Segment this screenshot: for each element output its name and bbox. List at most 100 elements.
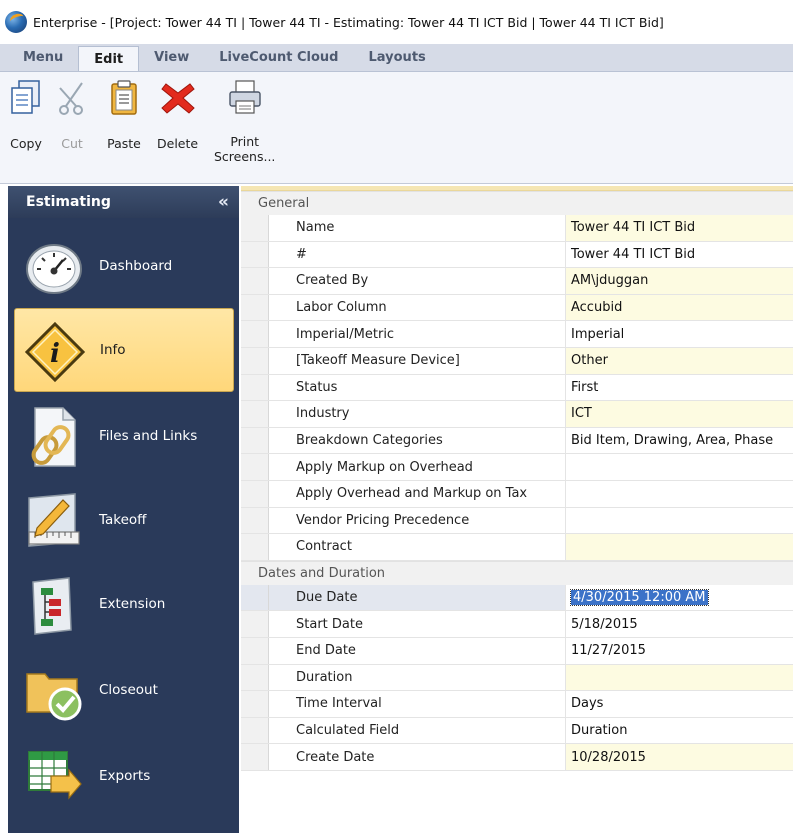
property-value[interactable] [566, 507, 793, 534]
property-value[interactable] [566, 480, 793, 507]
property-row-breakdown-categories[interactable]: Breakdown Categories Bid Item, Drawing, … [241, 427, 793, 455]
property-row-imperial-metric[interactable]: Imperial/Metric Imperial [241, 321, 793, 348]
gauge-icon [26, 244, 82, 294]
print-label-line1: Print [230, 134, 260, 149]
property-row-calculated-field[interactable]: Calculated Field Duration [241, 717, 793, 745]
clipboard-icon [111, 80, 137, 115]
nav-item-dashboard[interactable]: Dashboard [8, 224, 239, 308]
property-name: Contract [269, 534, 566, 560]
row-gutter [241, 611, 269, 637]
tab-view[interactable]: View [139, 44, 204, 71]
property-name: Labor Column [269, 294, 566, 321]
property-name: Vendor Pricing Precedence [269, 507, 566, 534]
ribbon: Copy Cut Paste Delete Print Screens... [0, 72, 793, 184]
row-gutter [241, 294, 269, 321]
tab-edit[interactable]: Edit [78, 46, 140, 71]
property-value-editor[interactable]: 4/30/2015 12:00 AM [566, 584, 793, 611]
property-row-apply-overhead-markup-tax[interactable]: Apply Overhead and Markup on Tax [241, 480, 793, 508]
nav-item-closeout[interactable]: Closeout [8, 648, 239, 732]
cut-button[interactable]: Cut [52, 78, 92, 151]
paste-button[interactable]: Paste [104, 78, 144, 151]
property-name: Status [269, 374, 566, 401]
property-value[interactable]: AM\jduggan [566, 268, 793, 294]
copy-button[interactable]: Copy [6, 78, 46, 151]
property-row-labor-column[interactable]: Labor Column Accubid [241, 294, 793, 322]
property-name: Duration [269, 664, 566, 691]
property-value[interactable]: 10/28/2015 [566, 744, 793, 770]
svg-text:i: i [50, 339, 60, 369]
row-gutter [241, 744, 269, 770]
window-title: Enterprise - [Project: Tower 44 TI | Tow… [33, 14, 664, 30]
nav-item-extension[interactable]: Extension [8, 562, 239, 646]
paste-label: Paste [107, 136, 141, 151]
tree-document-icon [32, 577, 72, 635]
property-value[interactable]: Days [566, 691, 793, 717]
property-value[interactable]: Imperial [566, 321, 793, 347]
category-general[interactable]: General [241, 191, 793, 215]
property-name: End Date [269, 637, 566, 664]
nav-item-info[interactable]: i Info [14, 308, 234, 392]
sidebar-header: Estimating « [8, 186, 239, 218]
category-dates-and-duration[interactable]: Dates and Duration [241, 560, 793, 585]
property-row-status[interactable]: Status First [241, 374, 793, 402]
property-row-name[interactable]: Name Tower 44 TI ICT Bid [241, 215, 793, 242]
delete-button[interactable]: Delete [157, 78, 198, 151]
property-row-takeoff-measure-device[interactable]: [Takeoff Measure Device] Other [241, 347, 793, 375]
property-name: Start Date [269, 611, 566, 637]
property-row-apply-markup-on-overhead[interactable]: Apply Markup on Overhead [241, 454, 793, 481]
property-value[interactable]: 11/27/2015 [566, 637, 793, 664]
nav-label-dashboard: Dashboard [99, 258, 173, 274]
property-value[interactable]: Tower 44 TI ICT Bid [566, 215, 793, 241]
property-name: Create Date [269, 744, 566, 770]
property-name: Imperial/Metric [269, 321, 566, 347]
print-screens-button[interactable]: Print Screens... [214, 78, 275, 164]
spreadsheet-export-icon [28, 751, 82, 800]
tab-layouts[interactable]: Layouts [354, 44, 441, 71]
property-row-create-date[interactable]: Create Date 10/28/2015 [241, 744, 793, 771]
property-value[interactable]: 5/18/2015 [566, 611, 793, 637]
property-grid: General Name Tower 44 TI ICT Bid # Tower… [241, 186, 793, 786]
property-row-end-date[interactable]: End Date 11/27/2015 [241, 637, 793, 665]
copy-label: Copy [10, 136, 42, 151]
property-name: Calculated Field [269, 717, 566, 744]
property-value[interactable]: Bid Item, Drawing, Area, Phase [566, 427, 793, 454]
row-gutter [241, 584, 269, 611]
property-value[interactable] [566, 664, 793, 691]
property-row-time-interval[interactable]: Time Interval Days [241, 691, 793, 718]
folder-check-icon [26, 673, 82, 721]
delete-label: Delete [157, 136, 199, 151]
property-value[interactable]: Duration [566, 717, 793, 744]
title-bar: Enterprise - [Project: Tower 44 TI | Tow… [0, 0, 793, 44]
property-row-due-date[interactable]: Due Date 4/30/2015 12:00 AM [241, 584, 793, 612]
property-value[interactable]: Tower 44 TI ICT Bid [566, 241, 793, 268]
tab-livecount-cloud[interactable]: LiveCount Cloud [204, 44, 353, 71]
selected-value-text[interactable]: 4/30/2015 12:00 AM [570, 589, 709, 607]
estimating-sidebar: Estimating « Dashboard i Info Files and … [8, 186, 239, 833]
property-value[interactable]: ICT [566, 401, 793, 427]
nav-item-takeoff[interactable]: Takeoff [8, 478, 239, 562]
nav-item-exports[interactable]: Exports [8, 734, 239, 818]
print-screens-label: Print Screens... [214, 134, 275, 164]
row-gutter [241, 427, 269, 454]
property-row-number[interactable]: # Tower 44 TI ICT Bid [241, 241, 793, 269]
property-row-created-by[interactable]: Created By AM\jduggan [241, 268, 793, 295]
property-name: Apply Overhead and Markup on Tax [269, 480, 566, 507]
property-value[interactable] [566, 534, 793, 560]
property-value[interactable] [566, 454, 793, 480]
tab-menu[interactable]: Menu [8, 44, 78, 71]
collapse-sidebar-button[interactable]: « [218, 192, 229, 212]
property-value[interactable]: First [566, 374, 793, 401]
row-gutter [241, 534, 269, 560]
nav-label-info: Info [100, 342, 126, 358]
property-row-vendor-pricing-precedence[interactable]: Vendor Pricing Precedence [241, 507, 793, 535]
property-row-duration[interactable]: Duration [241, 664, 793, 692]
delete-x-icon [160, 83, 195, 114]
property-row-contract[interactable]: Contract [241, 534, 793, 561]
property-value[interactable]: Accubid [566, 294, 793, 321]
copy-icon [11, 80, 40, 114]
property-name: # [269, 241, 566, 268]
property-row-industry[interactable]: Industry ICT [241, 401, 793, 428]
nav-item-files-and-links[interactable]: Files and Links [8, 394, 239, 478]
property-row-start-date[interactable]: Start Date 5/18/2015 [241, 611, 793, 638]
property-value[interactable]: Other [566, 347, 793, 374]
